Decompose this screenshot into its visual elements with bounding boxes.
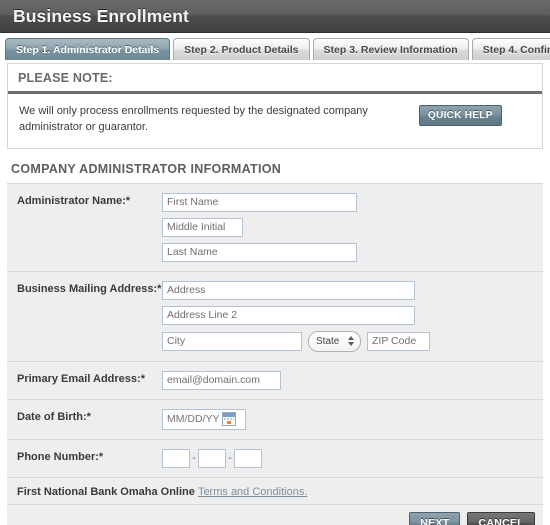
state-select[interactable]: State xyxy=(308,330,361,352)
date-of-birth-field-group xyxy=(162,408,246,430)
app-titlebar: Business Enrollment xyxy=(0,0,550,33)
form-row-business-mailing-address: Business Mailing Address:* State xyxy=(7,271,543,362)
dob-line xyxy=(162,408,535,430)
address-line-2-line xyxy=(162,305,535,325)
administrator-name-fields xyxy=(162,192,543,262)
phone-separator-1: - xyxy=(192,452,196,464)
phone-prefix-input[interactable] xyxy=(198,448,226,468)
next-button[interactable]: NEXT xyxy=(409,511,461,525)
cancel-button[interactable]: CANCEL xyxy=(467,511,535,525)
phone-line-number-input[interactable] xyxy=(234,448,262,468)
terms-row: First National Bank Omaha Online Terms a… xyxy=(7,477,543,505)
date-of-birth-label: Date of Birth:* xyxy=(17,410,91,423)
form-actions: NEXT CANCEL xyxy=(7,504,543,525)
primary-email-address-label: Primary Email Address:* xyxy=(17,372,145,385)
date-of-birth-fields xyxy=(162,408,543,430)
form-row-date-of-birth: Date of Birth:* xyxy=(7,399,543,440)
first-name-input[interactable] xyxy=(162,192,357,212)
calendar-icon[interactable] xyxy=(222,412,236,427)
address-line-2-input[interactable] xyxy=(162,305,415,325)
administrator-name-label: Administrator Name:* xyxy=(17,194,131,207)
phone-line: - - xyxy=(162,448,535,468)
tab-label: Step 2. Product Details xyxy=(184,43,299,56)
business-mailing-address-fields: State xyxy=(162,280,543,352)
please-note-heading: PLEASE NOTE: xyxy=(8,64,542,94)
address-line xyxy=(162,280,535,300)
form-row-administrator-name: Administrator Name:* xyxy=(7,183,543,272)
administrator-form: Administrator Name:* Business Mailing Ad… xyxy=(7,182,543,478)
updown-arrows-icon xyxy=(348,336,354,347)
zip-code-input[interactable] xyxy=(367,331,430,351)
tab-label: Step 1. Administrator Details xyxy=(16,43,160,56)
last-name-input[interactable] xyxy=(162,242,357,262)
please-note-panel: PLEASE NOTE: We will only process enroll… xyxy=(7,63,543,149)
terms-and-conditions-link[interactable]: Terms and Conditions. xyxy=(198,486,307,498)
quick-help-button[interactable]: QUICK HELP xyxy=(419,105,502,126)
state-select-value: State xyxy=(316,335,340,347)
form-row-phone-number: Phone Number:* - - xyxy=(7,439,543,477)
tab-step-1-administrator-details[interactable]: Step 1. Administrator Details xyxy=(5,38,171,60)
last-name-line xyxy=(162,242,535,262)
city-input[interactable] xyxy=(162,331,302,351)
page-title: Business Enrollment xyxy=(13,5,189,26)
terms-prefix-text: First National Bank Omaha Online xyxy=(17,485,195,498)
tab-label: Step 3. Review Information xyxy=(323,43,458,56)
phone-number-fields: - - xyxy=(162,448,543,468)
middle-initial-input[interactable] xyxy=(162,217,243,237)
primary-email-address-fields xyxy=(162,370,543,390)
tab-step-3-review-information[interactable]: Step 3. Review Information xyxy=(312,38,469,60)
phone-separator-2: - xyxy=(228,452,232,464)
phone-area-code-input[interactable] xyxy=(162,448,190,468)
phone-number-label: Phone Number:* xyxy=(17,450,104,463)
tab-label: Step 4. Confirmation xyxy=(482,43,550,56)
tab-step-4-confirmation[interactable]: Step 4. Confirmation xyxy=(471,38,550,60)
email-input[interactable] xyxy=(162,370,281,390)
form-row-primary-email-address: Primary Email Address:* xyxy=(7,361,543,400)
address-input[interactable] xyxy=(162,280,415,300)
email-line xyxy=(162,370,535,390)
business-mailing-address-label: Business Mailing Address:* xyxy=(17,282,162,295)
please-note-body: We will only process enrollments request… xyxy=(8,94,542,148)
wizard-tabstrip: Step 1. Administrator Details Step 2. Pr… xyxy=(0,33,550,61)
date-of-birth-input[interactable] xyxy=(163,409,221,429)
business-enrollment-page: Business Enrollment Step 1. Administrato… xyxy=(0,0,550,525)
section-heading: COMPANY ADMINISTRATOR INFORMATION xyxy=(11,161,282,176)
first-name-line xyxy=(162,192,535,212)
city-state-zip-line: State xyxy=(162,330,535,352)
tab-step-2-product-details[interactable]: Step 2. Product Details xyxy=(173,38,310,60)
please-note-text: We will only process enrollments request… xyxy=(19,105,368,133)
middle-initial-line xyxy=(162,217,535,237)
